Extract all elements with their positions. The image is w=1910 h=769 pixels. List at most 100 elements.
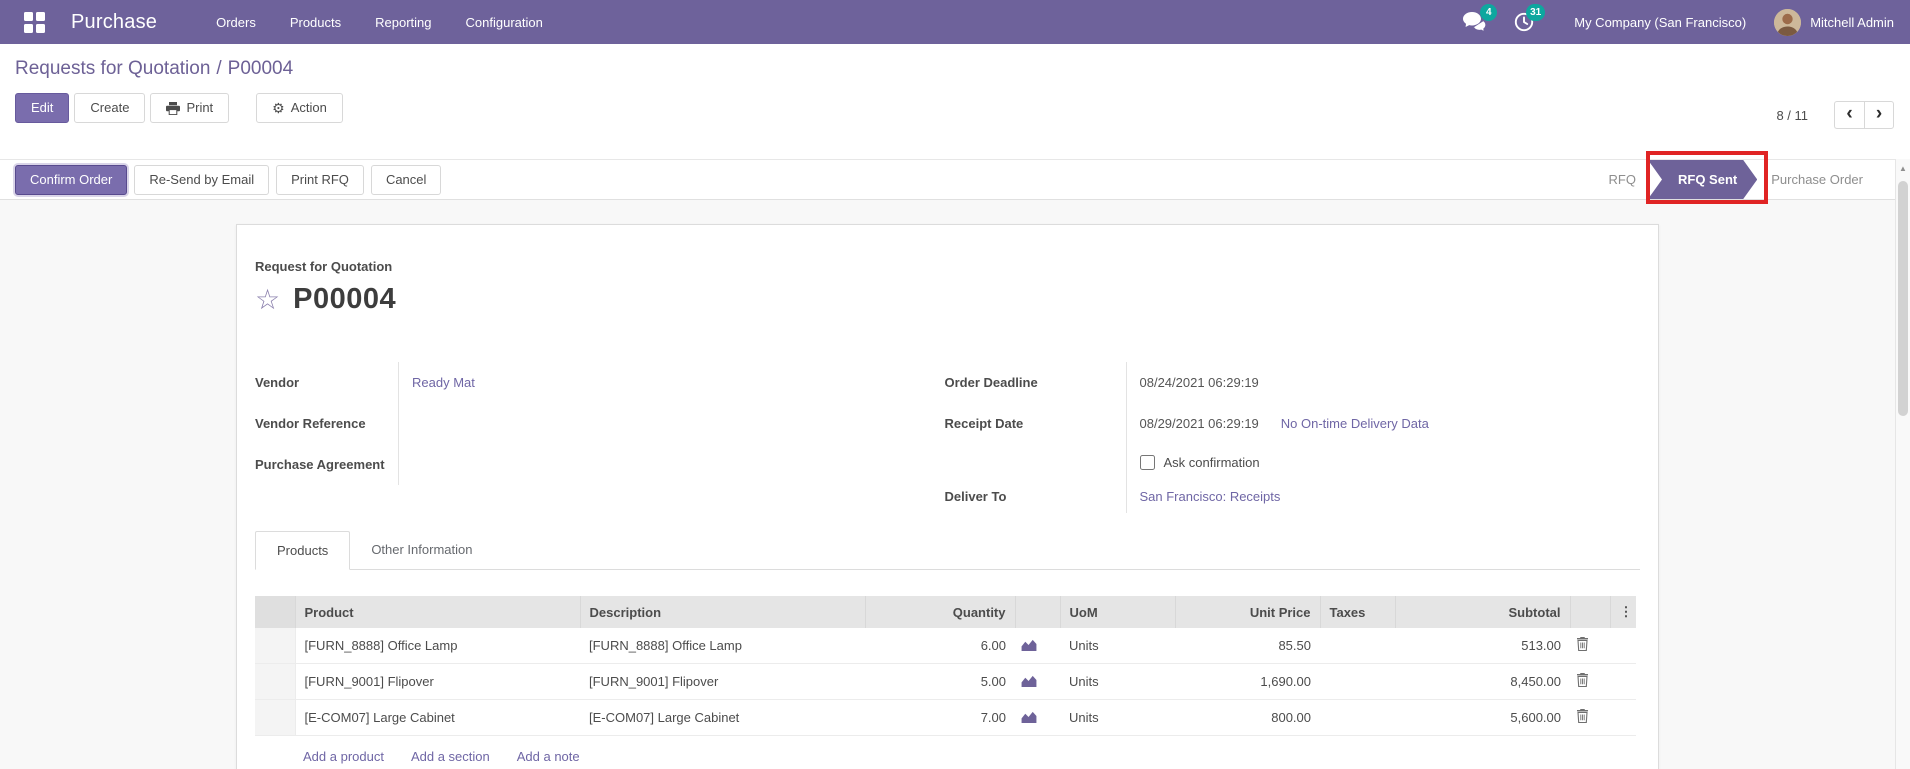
breadcrumb-current: P00004: [227, 58, 294, 79]
cell-subtotal: 5,600.00: [1395, 699, 1570, 736]
cell-subtotal: 8,450.00: [1395, 663, 1570, 700]
action-button-label: Action: [290, 100, 327, 115]
state-rfq-sent-active[interactable]: RFQ Sent: [1648, 160, 1757, 199]
purchase-agreement-label: Purchase Agreement: [255, 444, 399, 485]
avatar[interactable]: [1774, 8, 1802, 36]
create-button[interactable]: Create: [74, 93, 146, 123]
column-subtotal: Subtotal: [1395, 596, 1571, 628]
column-description: Description: [580, 596, 866, 628]
delete-row-icon[interactable]: [1576, 673, 1589, 687]
forecast-graph-icon[interactable]: [1021, 674, 1037, 687]
messages-badge: 4: [1480, 4, 1498, 21]
user-menu[interactable]: Mitchell Admin: [1810, 15, 1894, 30]
vendor-label: Vendor: [255, 362, 399, 403]
cell-description: [FURN_9001] Flipover: [580, 663, 865, 700]
scroll-up-arrow-icon[interactable]: ▲: [1896, 159, 1910, 173]
order-deadline-value: 08/24/2021 06:29:19: [1139, 375, 1259, 390]
forecast-graph-icon[interactable]: [1021, 710, 1037, 723]
table-row[interactable]: [FURN_8888] Office Lamp [FURN_8888] Offi…: [255, 628, 1636, 664]
receipt-date-value: 08/29/2021 06:29:19: [1139, 416, 1259, 431]
delete-column-header: [1570, 596, 1611, 628]
gear-icon: ⚙: [272, 99, 285, 116]
add-a-section-link[interactable]: Add a section: [411, 749, 490, 764]
cell-taxes: [1320, 663, 1395, 700]
state-rfq[interactable]: RFQ: [1609, 172, 1636, 187]
ask-confirmation-checkbox[interactable]: [1139, 454, 1155, 470]
chevron-left-icon: ‹: [1846, 103, 1853, 124]
cell-quantity: 5.00: [865, 663, 1015, 700]
apps-grid-icon: [24, 11, 45, 33]
record-pager: 8 / 11 ‹ ›: [1776, 101, 1894, 129]
vendor-value-link[interactable]: Ready Mat: [412, 375, 475, 390]
table-row[interactable]: [FURN_9001] Flipover [FURN_9001] Flipove…: [255, 663, 1636, 700]
top-navbar: Purchase Orders Products Reporting Confi…: [0, 0, 1910, 44]
confirm-order-button[interactable]: Confirm Order: [15, 164, 128, 195]
apps-menu-button[interactable]: [22, 10, 47, 35]
pager-previous-button[interactable]: ‹: [1834, 101, 1864, 129]
column-uom: UoM: [1060, 596, 1176, 628]
empty-label-cell: [945, 444, 1127, 480]
activities-button[interactable]: 31: [1514, 4, 1546, 32]
row-handle[interactable]: [255, 628, 296, 664]
doc-type-label: Request for Quotation: [255, 259, 393, 274]
cell-uom: Units: [1060, 699, 1175, 736]
field-group-right: Order Deadline 08/24/2021 06:29:19 Recei…: [945, 362, 1641, 513]
add-a-note-link[interactable]: Add a note: [517, 749, 580, 764]
menu-orders[interactable]: Orders: [199, 15, 273, 30]
status-steps: RFQ RFQ Sent Purchase Order: [1609, 160, 1863, 199]
column-unit-price: Unit Price: [1175, 596, 1321, 628]
cell-quantity: 6.00: [865, 628, 1015, 664]
cell-quantity: 7.00: [865, 699, 1015, 736]
state-purchase-order[interactable]: Purchase Order: [1771, 172, 1863, 187]
cell-product: [FURN_8888] Office Lamp: [295, 628, 580, 664]
vendor-reference-label: Vendor Reference: [255, 403, 399, 444]
breadcrumb-parent[interactable]: Requests for Quotation: [15, 58, 210, 79]
favorite-star-icon[interactable]: ☆: [255, 285, 280, 314]
scrollbar-thumb[interactable]: [1898, 181, 1908, 416]
chevron-right-icon: ›: [1875, 103, 1883, 124]
cell-description: [FURN_8888] Office Lamp: [580, 628, 865, 664]
edit-button[interactable]: Edit: [15, 93, 70, 123]
cancel-button[interactable]: Cancel: [370, 164, 442, 195]
delete-row-icon[interactable]: [1576, 637, 1589, 651]
company-switcher[interactable]: My Company (San Francisco): [1574, 15, 1746, 30]
form-view-area: Request for Quotation ☆ P00004 Vendor Re…: [0, 200, 1910, 769]
control-panel: Requests for Quotation / P00004 Edit Creat…: [0, 44, 1910, 159]
tab-other-information[interactable]: Other Information: [350, 531, 493, 569]
menu-reporting[interactable]: Reporting: [358, 15, 448, 30]
on-time-delivery-link[interactable]: No On-time Delivery Data: [1281, 416, 1429, 431]
handle-column-header: [255, 596, 296, 628]
ask-confirmation-label: Ask confirmation: [1163, 454, 1260, 470]
forecast-graph-icon[interactable]: [1021, 638, 1037, 651]
cell-uom: Units: [1060, 628, 1175, 664]
print-button[interactable]: Print: [150, 93, 230, 123]
menu-configuration[interactable]: Configuration: [449, 15, 560, 30]
breadcrumb: Requests for Quotation / P00004: [15, 58, 1894, 80]
print-rfq-button[interactable]: Print RFQ: [276, 164, 364, 195]
cell-unit-price: 85.50: [1175, 628, 1320, 664]
form-sheet: Request for Quotation ☆ P00004 Vendor Re…: [236, 224, 1659, 769]
cell-taxes: [1320, 628, 1395, 664]
pager-next-button[interactable]: ›: [1864, 101, 1894, 129]
table-row[interactable]: [E-COM07] Large Cabinet [E-COM07] Large …: [255, 699, 1636, 736]
deliver-to-value-link[interactable]: San Francisco: Receipts: [1140, 489, 1281, 504]
app-name[interactable]: Purchase: [71, 11, 157, 34]
messages-button[interactable]: 4: [1463, 4, 1498, 32]
cell-taxes: [1320, 699, 1395, 736]
action-button[interactable]: ⚙ Action: [256, 93, 343, 123]
breadcrumb-separator: /: [216, 58, 222, 79]
optional-columns-icon[interactable]: ⋮: [1610, 596, 1636, 628]
column-taxes: Taxes: [1320, 596, 1396, 628]
menu-products[interactable]: Products: [273, 15, 358, 30]
resend-by-email-button[interactable]: Re-Send by Email: [134, 164, 270, 195]
row-handle[interactable]: [255, 663, 296, 700]
row-handle[interactable]: [255, 699, 296, 736]
cell-uom: Units: [1060, 663, 1175, 700]
user-photo-icon: [1774, 8, 1802, 36]
add-a-product-link[interactable]: Add a product: [303, 749, 384, 764]
vertical-scrollbar[interactable]: ▲: [1895, 159, 1910, 769]
tab-products[interactable]: Products: [255, 531, 351, 570]
main-menus: Orders Products Reporting Configuration: [199, 15, 560, 30]
purchase-agreement-value: [399, 444, 412, 485]
delete-row-icon[interactable]: [1576, 709, 1589, 723]
